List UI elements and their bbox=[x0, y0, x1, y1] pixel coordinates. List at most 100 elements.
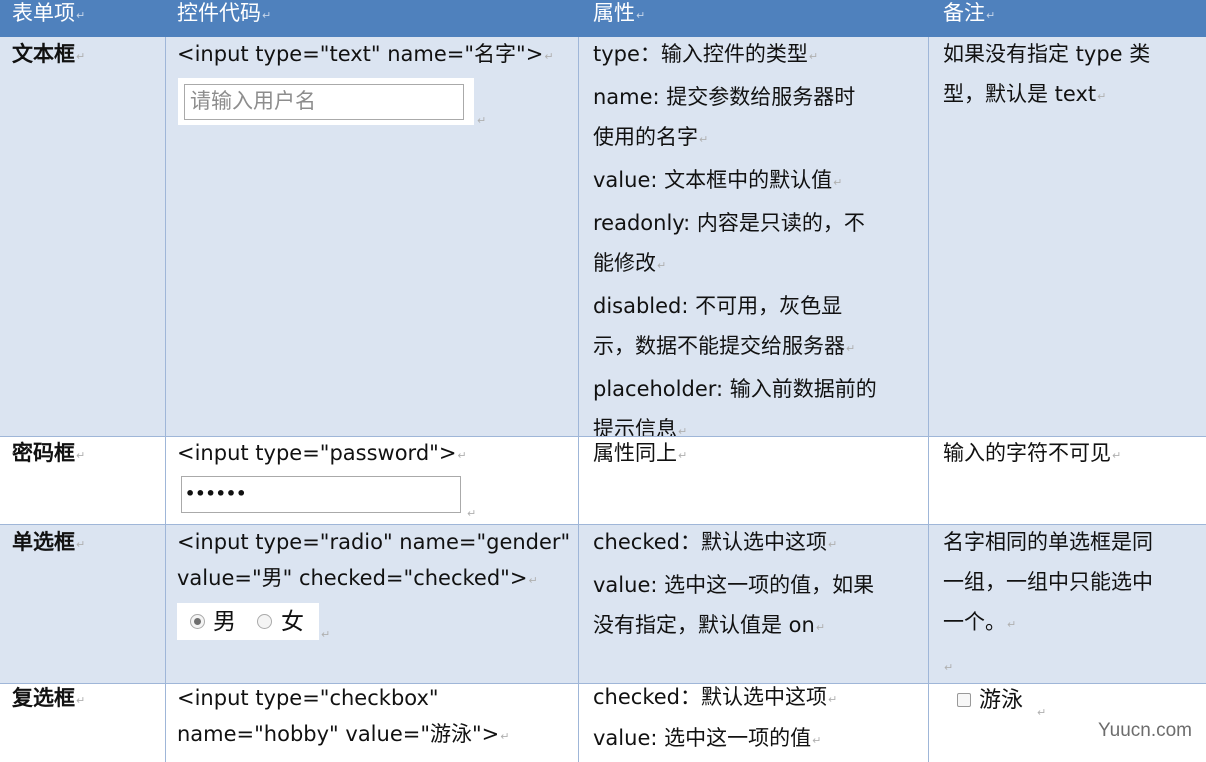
note-text: 名字相同的单选框是同 一组，一组中只能选中 一个。↵ ↵ bbox=[929, 522, 1206, 688]
return-mark: ↵ bbox=[1097, 90, 1107, 103]
attribute-text: 没有指定，默认值是 on bbox=[593, 613, 815, 637]
note-text: 如果没有指定 type 类 型，默认是 text↵ bbox=[929, 34, 1206, 117]
item-text: 密码框 bbox=[12, 441, 75, 465]
row-divider bbox=[0, 524, 1206, 525]
radio-female-label: 女 bbox=[281, 609, 304, 635]
code-line: value="男" checked="checked">↵ bbox=[177, 560, 579, 599]
item-text: 复选框 bbox=[12, 686, 75, 710]
return-mark: ↵ bbox=[1007, 618, 1017, 631]
password-input[interactable]: •••••• bbox=[181, 476, 461, 513]
return-mark: ↵ bbox=[528, 574, 538, 587]
return-mark: ↵ bbox=[76, 694, 86, 707]
header-cell-code: 控件代码↵ bbox=[165, 0, 579, 37]
attribute-line: checked：默认选中这项↵ bbox=[593, 522, 929, 565]
return-mark: ↵ bbox=[1037, 706, 1047, 719]
attribute-text: 示，数据不能提交给服务器 bbox=[593, 334, 845, 358]
return-mark: ↵ bbox=[808, 50, 819, 63]
return-mark: ↵ bbox=[262, 9, 272, 22]
return-mark: ↵ bbox=[815, 621, 826, 634]
attribute-line: value: 选中这一项的值↵ bbox=[593, 719, 929, 760]
return-mark: ↵ bbox=[636, 9, 646, 22]
return-mark: ↵ bbox=[321, 628, 331, 641]
item-text: 单选框 bbox=[12, 530, 75, 554]
note-line: 型，默认是 text↵ bbox=[943, 74, 1206, 117]
return-mark: ↵ bbox=[846, 342, 856, 355]
header-label: 表单项 bbox=[12, 1, 75, 25]
swim-checkbox[interactable] bbox=[957, 693, 971, 707]
radio-male[interactable] bbox=[190, 614, 205, 629]
attribute-line: 没有指定，默认值是 on↵ bbox=[593, 605, 929, 648]
attribute-line: type：输入控件的类型↵ bbox=[593, 34, 929, 77]
header-cell-item: 表单项↵ bbox=[0, 0, 165, 37]
attribute-line: disabled: 不可用，灰色显 bbox=[593, 294, 843, 318]
return-mark: ↵ bbox=[76, 50, 86, 63]
attribute-line: 能修改↵ bbox=[593, 243, 929, 286]
header-label: 备注 bbox=[943, 1, 985, 25]
code-line: <input type="text" name="名字"> bbox=[177, 42, 544, 66]
return-mark: ↵ bbox=[76, 449, 86, 462]
attribute-text: type：输入控件的类型 bbox=[593, 42, 808, 66]
attribute-line: placeholder: 输入前数据前的 bbox=[593, 377, 877, 401]
code-snippet: <input type="password">↵ bbox=[165, 433, 579, 476]
return-mark: ↵ bbox=[457, 449, 467, 462]
attribute-text: value: 文本框中的默认值 bbox=[593, 168, 833, 192]
attribute-line: checked：默认选中这项↵ bbox=[593, 678, 929, 719]
username-placeholder: 请输入用户名 bbox=[190, 89, 316, 113]
header-label: 属性 bbox=[593, 1, 635, 25]
note-line: 一个。↵ bbox=[943, 602, 1206, 645]
column-divider bbox=[165, 37, 166, 762]
code-snippet: <input type="radio" name="gender" value=… bbox=[165, 522, 579, 599]
note-text: 输入的字符不可见↵ bbox=[929, 433, 1206, 476]
note-text-span: 型，默认是 text bbox=[943, 82, 1097, 106]
return-mark: ↵ bbox=[1112, 449, 1122, 462]
attribute-text: checked：默认选中这项 bbox=[593, 685, 827, 709]
code-snippet: <input type="text" name="名字">↵ bbox=[165, 34, 579, 77]
header-cell-attributes: 属性↵ bbox=[579, 0, 929, 37]
row-item-label: 复选框↵ bbox=[0, 678, 165, 721]
row-item-label: 单选框↵ bbox=[0, 522, 165, 565]
return-mark: ↵ bbox=[544, 50, 554, 63]
swim-checkbox-label: 游泳 bbox=[979, 688, 1024, 713]
header-cell-note: 备注↵ bbox=[929, 0, 1206, 37]
note-text-span: 一个。 bbox=[943, 610, 1006, 634]
watermark: Yuucn.com bbox=[1098, 720, 1192, 741]
return-mark: ↵ bbox=[827, 538, 838, 551]
attribute-text: 使用的名字 bbox=[593, 125, 698, 149]
note-line: 名字相同的单选框是同 bbox=[943, 530, 1153, 554]
attribute-list: type：输入控件的类型↵ name: 提交参数给服务器时 使用的名字↵ val… bbox=[579, 34, 929, 452]
return-mark: ↵ bbox=[477, 114, 487, 127]
return-mark: ↵ bbox=[500, 730, 510, 743]
attribute-text: 能修改 bbox=[593, 251, 656, 275]
form-elements-table: 表单项↵ 控件代码↵ 属性↵ 备注↵ 文本框↵ <input type="tex… bbox=[0, 0, 1206, 762]
radio-female[interactable] bbox=[257, 614, 272, 629]
code-line: name="hobby" value="游泳">↵ bbox=[177, 716, 579, 755]
username-text-input[interactable]: 请输入用户名 bbox=[184, 84, 464, 120]
radio-demo-area: 男 女 bbox=[177, 603, 319, 640]
return-mark: ↵ bbox=[657, 259, 667, 272]
return-mark: ↵ bbox=[812, 734, 822, 747]
return-mark: ↵ bbox=[986, 9, 996, 22]
attribute-text: checked：默认选中这项 bbox=[593, 530, 827, 554]
column-divider bbox=[928, 37, 929, 762]
row-item-label: 密码框↵ bbox=[0, 433, 165, 476]
attribute-line: value: 选中这一项的值，如果 bbox=[593, 573, 875, 597]
return-mark: ↵ bbox=[76, 538, 86, 551]
header-label: 控件代码 bbox=[177, 1, 261, 25]
note-line: 如果没有指定 type 类 bbox=[943, 42, 1151, 66]
attribute-text: value: 选中这一项的值 bbox=[593, 726, 812, 750]
code-line: <input type="radio" name="gender" bbox=[177, 530, 571, 554]
code-line: <input type="checkbox" bbox=[177, 686, 439, 710]
attribute-list: checked：默认选中这项↵ value: 选中这一项的值↵ bbox=[579, 678, 929, 760]
attribute-list: checked：默认选中这项↵ value: 选中这一项的值，如果 没有指定，默… bbox=[579, 522, 929, 648]
radio-male-label: 男 bbox=[213, 609, 236, 635]
return-mark: ↵ bbox=[827, 693, 838, 706]
item-text: 文本框 bbox=[12, 42, 75, 66]
attribute-line: readonly: 内容是只读的，不 bbox=[593, 211, 865, 235]
attribute-line: value: 文本框中的默认值↵ bbox=[593, 160, 929, 203]
return-mark: ↵ bbox=[678, 449, 688, 462]
row-divider bbox=[0, 683, 1206, 684]
note-line: 一组，一组中只能选中 bbox=[943, 570, 1153, 594]
attribute-list: 属性同上↵ bbox=[579, 433, 929, 476]
return-mark: ↵ bbox=[833, 176, 843, 189]
code-text: value="男" checked="checked"> bbox=[177, 566, 528, 590]
